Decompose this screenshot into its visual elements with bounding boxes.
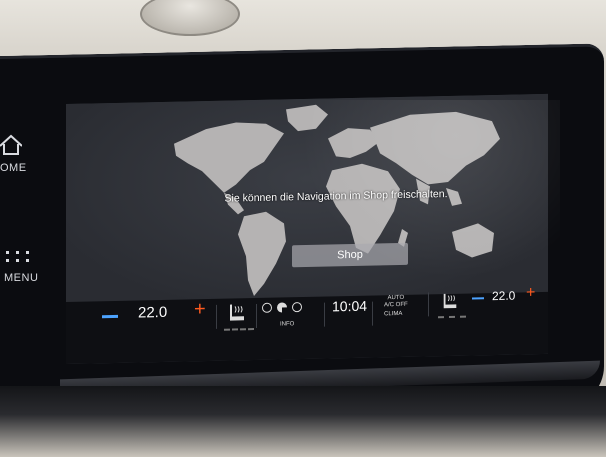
divider xyxy=(324,302,325,327)
seat-heat-right-icon[interactable] xyxy=(440,292,460,310)
seat-heat-left-icon[interactable] xyxy=(226,302,248,322)
dashboard-lower-trim xyxy=(0,386,606,457)
climate-mode-toggle[interactable]: AUTO A/C OFF xyxy=(384,295,408,309)
temp-right-value: 22.0 xyxy=(492,288,516,304)
menu-icon[interactable] xyxy=(4,250,34,264)
menu-label[interactable]: MENU xyxy=(4,272,38,284)
divider xyxy=(256,303,257,329)
home-label[interactable]: OME xyxy=(0,162,27,174)
seat-heat-left-level xyxy=(224,328,254,333)
info-icon[interactable] xyxy=(292,302,302,313)
temp-left-increase-button[interactable]: + xyxy=(194,298,206,320)
home-icon[interactable] xyxy=(0,134,22,156)
shop-button[interactable]: Shop xyxy=(292,242,408,268)
left-rail: OME MENU xyxy=(0,112,60,352)
ac-off-label: A/C OFF xyxy=(384,301,408,309)
temp-right-increase-button[interactable]: + xyxy=(526,284,535,302)
temp-left-value: 22.0 xyxy=(138,303,168,322)
temp-right-decrease-button[interactable] xyxy=(472,297,484,300)
clock: 10:04 xyxy=(332,297,368,315)
divider xyxy=(372,301,373,326)
temp-left-decrease-button[interactable] xyxy=(102,314,118,319)
infotainment-screen: Sie können die Navigation im Shop freisc… xyxy=(66,93,548,365)
climate-bar: 22.0 + INFO 10:04 AUTO A/C OFF CLIMA 22.… xyxy=(66,284,548,364)
divider xyxy=(428,292,429,317)
info-label: INFO xyxy=(280,321,295,328)
info-icon-group[interactable] xyxy=(262,301,302,314)
settings-icon[interactable] xyxy=(262,302,272,313)
fan-icon[interactable] xyxy=(276,301,288,313)
climate-label[interactable]: CLIMA xyxy=(384,311,402,317)
navigation-content: Sie können die Navigation im Shop freisc… xyxy=(66,93,548,305)
seat-heat-right-level xyxy=(438,315,466,319)
divider xyxy=(216,304,217,329)
